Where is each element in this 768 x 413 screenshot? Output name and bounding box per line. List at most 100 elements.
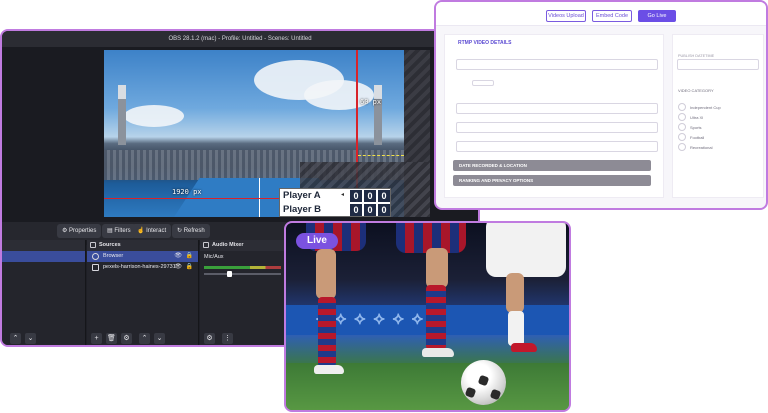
preview-area: 60 px 1920 px Player A ◂ 0 0 0 Player B … [2, 47, 478, 245]
videos-upload-button[interactable]: Videos Upload [546, 10, 586, 22]
category-radio[interactable] [678, 123, 686, 131]
filters-button[interactable]: ▤ Filters [102, 224, 136, 238]
ranking-privacy-section[interactable]: RANKING AND PRIVACY OPTIONS [453, 175, 651, 186]
category-label: Independent Cup [690, 105, 721, 110]
scoreboard-row: Player B 0 0 0 [280, 203, 390, 217]
live-badge: Live [296, 233, 338, 249]
interact-button[interactable]: ☝ Interact [132, 224, 172, 238]
add-source-button[interactable]: + [91, 333, 102, 344]
hand-icon: ☝ [137, 228, 147, 234]
move-up-button[interactable]: ⌃ [139, 333, 150, 344]
category-radio[interactable] [678, 113, 686, 121]
image-icon [92, 264, 99, 271]
sky-cloud [124, 105, 184, 127]
title-input[interactable] [456, 59, 658, 70]
volume-meter [204, 266, 281, 269]
visibility-select[interactable] [472, 80, 494, 86]
refresh-button[interactable]: ↻ Refresh [172, 224, 210, 238]
keywords-input[interactable] [456, 122, 658, 133]
ball-patch [477, 374, 490, 387]
volume-slider-knob[interactable] [227, 271, 233, 277]
move-down-button[interactable]: ⌄ [25, 333, 36, 344]
sources-header: Sources [87, 240, 198, 251]
mixer-settings-button[interactable]: ⚙ [204, 333, 215, 344]
player-sock [426, 285, 446, 350]
scenes-header [2, 240, 85, 251]
score-cell: 0 [378, 190, 390, 202]
score-cell: 0 [364, 190, 376, 202]
category-label: Recreational [690, 145, 713, 150]
move-down-button[interactable]: ⌄ [154, 333, 165, 344]
category-label: Football [690, 135, 705, 140]
publish-datetime-label: PUBLISH DATETIME [678, 54, 715, 58]
properties-button[interactable]: ⚙ Properties [57, 224, 102, 238]
move-up-button[interactable]: ⌃ [10, 333, 21, 344]
player-leg [506, 273, 524, 313]
source-label: pexels-harrison-haines-29731 [103, 264, 176, 270]
volume-slider[interactable] [204, 271, 281, 277]
lock-icon[interactable]: 🔒 [186, 251, 193, 262]
remove-source-button[interactable]: 🗑 [106, 333, 117, 344]
scenes-dock: ⌃ ⌄ [2, 240, 86, 345]
guide-left-label: 1920 px [172, 188, 202, 196]
category-label: Sports [690, 125, 702, 130]
eye-icon[interactable]: 👁 [174, 251, 182, 262]
guide-top-label: 60 px [360, 98, 382, 106]
player-boot [422, 348, 454, 357]
sources-dock: Sources Browser 👁 🔒 pexels-harrison-hain… [87, 240, 199, 345]
score-cell: 0 [378, 203, 390, 216]
ball-patch [464, 386, 477, 399]
soccer-ball [461, 360, 506, 405]
mixer-menu-button[interactable]: ⋮ [222, 333, 233, 344]
embed-code-button[interactable]: Embed Code [592, 10, 632, 22]
video-category-heading: VIDEO CATEGORY [678, 88, 714, 93]
properties-label: Properties [69, 228, 97, 234]
audio-mixer-header: Audio Mixer [200, 240, 285, 251]
player-leg [316, 249, 336, 299]
sources-icon [90, 242, 96, 248]
category-radio[interactable] [678, 133, 686, 141]
live-stream-card[interactable]: ⟡ ⟡ ⟡ ⟡ ⟡ ⟡ Live [284, 221, 571, 412]
description-input[interactable] [456, 103, 658, 114]
category-label: Ultra XI [690, 115, 704, 120]
audio-mixer-title: Audio Mixer [212, 242, 244, 248]
guide-horizontal [104, 198, 279, 199]
category-radio[interactable] [678, 103, 686, 111]
mixer-channel-label: Mic/Aux [204, 254, 224, 260]
date-location-section[interactable]: DATE RECORDED & LOCATION [453, 160, 651, 171]
stadium-light [374, 85, 382, 145]
globe-icon [92, 253, 99, 260]
source-item[interactable]: pexels-harrison-haines-29731 👁 🔒 [87, 262, 198, 273]
sources-title: Sources [99, 242, 121, 248]
speaker-icon [203, 242, 209, 248]
eye-icon[interactable]: 👁 [174, 262, 182, 273]
link-input[interactable] [456, 141, 658, 152]
source-item[interactable]: Browser 👁 🔒 [87, 251, 198, 262]
video-details-heading: RTMP VIDEO DETAILS [458, 40, 512, 46]
scene-item[interactable] [2, 251, 85, 262]
lock-icon[interactable]: 🔒 [186, 262, 193, 273]
audio-mixer-dock: Audio Mixer Mic/Aux ⚙ ⋮ [200, 240, 286, 345]
marketing-collage: OBS 28.1.2 (mac) - Profile: Untitled - S… [0, 0, 768, 413]
player-boot [511, 343, 537, 352]
filters-label: Filters [114, 228, 131, 234]
caret-icon: ◂ [341, 192, 345, 198]
player-leg [426, 248, 448, 288]
score-cell: 0 [364, 203, 376, 216]
score-cell: 0 [350, 203, 362, 216]
publish-datetime-input[interactable] [677, 59, 759, 70]
source-label: Browser [103, 253, 124, 259]
form-topbar: Videos Upload Embed Code Go Live [436, 2, 766, 26]
scoreboard-overlay[interactable]: Player A ◂ 0 0 0 Player B 0 0 0 [279, 188, 391, 217]
guide-dashed [358, 155, 404, 156]
rtmp-form-window: Videos Upload Embed Code Go Live RTMP VI… [434, 0, 768, 210]
scoreboard-row: Player A ◂ 0 0 0 [280, 189, 390, 203]
go-live-button[interactable]: Go Live [638, 10, 676, 22]
interact-label: Interact [146, 228, 167, 234]
refresh-icon: ↻ [177, 228, 184, 234]
window-title: OBS 28.1.2 (mac) - Profile: Untitled - S… [2, 31, 478, 47]
source-settings-button[interactable]: ⚙ [121, 333, 132, 344]
player-boot [314, 365, 344, 374]
gear-icon: ⚙ [62, 228, 70, 234]
category-radio[interactable] [678, 143, 686, 151]
